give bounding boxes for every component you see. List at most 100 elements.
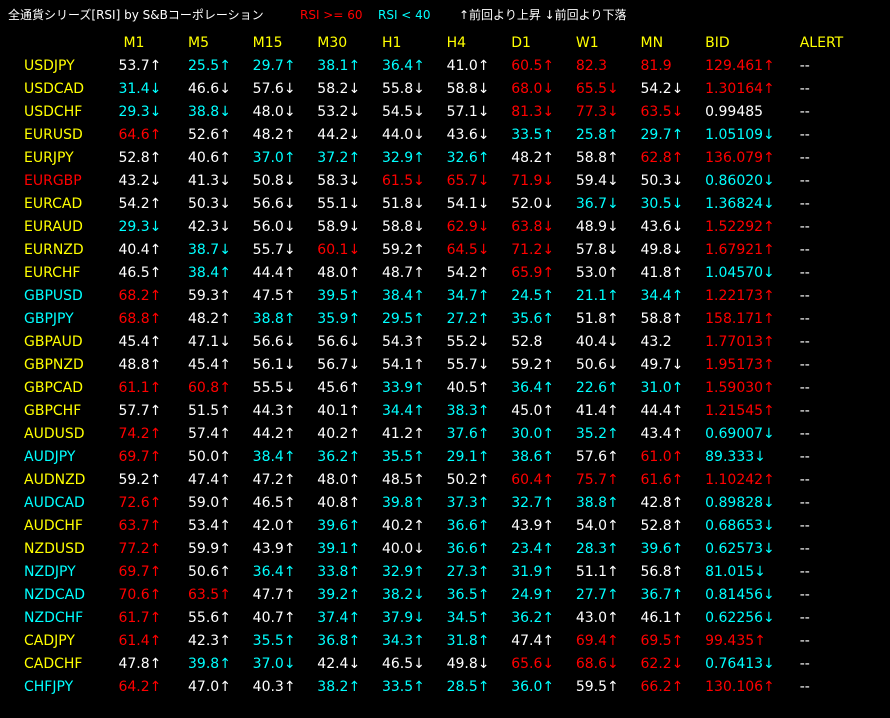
m30-value-cell: 56.6↓ xyxy=(317,334,361,350)
h1-value-cell: 38.2↓ xyxy=(381,587,425,603)
bid-value-cell: 0.62573↓ xyxy=(705,541,775,557)
table-row: GBPNZD 48.8↑ 45.4↑ 56.1↓ 56.7↓ 54.1↑ 55.7↓ 59.2… xyxy=(0,354,890,377)
mn-value-cell: 42.8↑ xyxy=(640,495,684,511)
m15-value-cell: 44.4↑ xyxy=(252,265,296,281)
d1-value-cell: 47.4↑ xyxy=(511,633,555,649)
mn-value-cell: 50.3↓ xyxy=(640,173,684,189)
symbol-cell: GBPAUD xyxy=(24,334,83,350)
bid-value-cell: 158.171↑ xyxy=(705,311,775,327)
alert-cell: -- xyxy=(799,472,810,488)
mn-value-cell: 66.2↑ xyxy=(640,679,684,695)
m15-value-cell: 38.8↑ xyxy=(252,311,296,327)
column-header-h1: H1 xyxy=(381,34,402,51)
m30-value-cell: 60.1↓ xyxy=(317,242,361,258)
d1-value-cell: 24.9↑ xyxy=(511,587,555,603)
h1-value-cell: 35.5↑ xyxy=(381,449,425,465)
mn-value-cell: 62.2↓ xyxy=(640,656,684,672)
d1-value-cell: 71.2↓ xyxy=(511,242,555,258)
alert-cell: -- xyxy=(799,610,810,626)
m15-value-cell: 40.7↑ xyxy=(252,610,296,626)
m15-value-cell: 36.4↑ xyxy=(252,564,296,580)
m5-value-cell: 42.3↓ xyxy=(188,219,231,235)
m5-value-cell: 59.9↑ xyxy=(188,541,231,557)
h1-value-cell: 33.9↑ xyxy=(381,380,425,396)
m5-value-cell: 38.4↑ xyxy=(188,265,231,281)
m5-value-cell: 47.1↓ xyxy=(188,334,231,350)
table-row: AUDCHF 63.7↑ 53.4↑ 42.0↑ 39.6↑ 40.2↑ 36.6↑ 43.9… xyxy=(0,515,890,538)
m5-value-cell: 51.5↑ xyxy=(188,403,231,419)
d1-value-cell: 23.4↑ xyxy=(511,541,555,557)
alert-cell: -- xyxy=(799,219,810,235)
alert-cell: -- xyxy=(799,564,810,580)
mn-value-cell: 46.1↑ xyxy=(640,610,684,626)
m15-value-cell: 35.5↑ xyxy=(252,633,296,649)
mn-value-cell: 49.7↓ xyxy=(640,357,684,373)
table-row: GBPCAD 61.1↑ 60.8↑ 55.5↓ 45.6↑ 33.9↑ 40.5↑ 36.4… xyxy=(0,377,890,400)
alert-cell: -- xyxy=(799,265,810,281)
m5-value-cell: 50.0↑ xyxy=(188,449,231,465)
d1-value-cell: 30.0↑ xyxy=(511,426,555,442)
m1-value-cell: 29.3↓ xyxy=(118,104,162,120)
m30-value-cell: 48.0↑ xyxy=(317,265,361,281)
symbol-cell: CADJPY xyxy=(24,633,75,649)
m30-value-cell: 40.2↑ xyxy=(317,426,361,442)
m5-value-cell: 60.8↑ xyxy=(188,380,231,396)
mn-value-cell: 43.2 xyxy=(640,334,672,350)
table-row: NZDJPY 69.7↑ 50.6↑ 36.4↑ 33.8↑ 32.9↑ 27.3↑ 31.9… xyxy=(0,561,890,584)
symbol-cell: GBPCAD xyxy=(24,380,84,396)
m5-value-cell: 47.0↑ xyxy=(188,679,231,695)
table-row: USDCHF 29.3↓ 38.8↓ 48.0↓ 53.2↓ 54.5↓ 57.1↓ 81.3… xyxy=(0,101,890,124)
alert-cell: -- xyxy=(799,449,810,465)
m1-value-cell: 64.2↑ xyxy=(118,679,162,695)
d1-value-cell: 36.0↑ xyxy=(511,679,555,695)
mn-value-cell: 54.2↓ xyxy=(640,81,684,97)
m30-value-cell: 40.1↑ xyxy=(317,403,361,419)
m30-value-cell: 58.2↓ xyxy=(317,81,361,97)
m5-value-cell: 55.6↑ xyxy=(188,610,231,626)
column-header-h4: H4 xyxy=(446,34,467,51)
w1-value-cell: 27.7↑ xyxy=(575,587,619,603)
rsi-low-legend: RSI < 40 xyxy=(378,8,431,22)
table-row: EURAUD 29.3↓ 42.3↓ 56.0↓ 58.9↓ 58.8↓ 62.9↓ 63.8… xyxy=(0,216,890,239)
m15-value-cell: 56.0↓ xyxy=(252,219,296,235)
bid-value-cell: 81.015↓ xyxy=(705,564,766,580)
symbol-cell: NZDUSD xyxy=(24,541,85,557)
h4-value-cell: 37.3↑ xyxy=(446,495,490,511)
m30-value-cell: 44.2↓ xyxy=(317,127,361,143)
bid-value-cell: 1.67921↑ xyxy=(705,242,775,258)
w1-value-cell: 54.0↑ xyxy=(575,518,619,534)
m5-value-cell: 39.8↑ xyxy=(188,656,231,672)
m15-value-cell: 40.3↑ xyxy=(252,679,296,695)
h1-value-cell: 51.8↓ xyxy=(381,196,425,212)
bid-value-cell: 0.62256↓ xyxy=(705,610,775,626)
symbol-cell: AUDNZD xyxy=(24,472,86,488)
m1-value-cell: 54.2↑ xyxy=(118,196,162,212)
bid-value-cell: 1.05109↓ xyxy=(705,127,775,143)
m5-value-cell: 38.8↓ xyxy=(188,104,231,120)
w1-value-cell: 25.8↑ xyxy=(575,127,619,143)
table-row: AUDNZD 59.2↑ 47.4↑ 47.2↑ 48.0↑ 48.5↑ 50.2↑ 60.4… xyxy=(0,469,890,492)
table-body: USDJPY 53.7↑ 25.5↑ 29.7↑ 38.1↑ 36.4↑ 41.0↑ 60.5… xyxy=(0,55,890,699)
m15-value-cell: 37.0↓ xyxy=(252,656,296,672)
table-row: CADCHF 47.8↑ 39.8↑ 37.0↓ 42.4↓ 46.5↓ 49.8↓ 65.6… xyxy=(0,653,890,676)
table-row: USDCAD 31.4↓ 46.6↓ 57.6↓ 58.2↓ 55.8↓ 58.8↓ 68.0… xyxy=(0,78,890,101)
h1-value-cell: 48.5↑ xyxy=(381,472,425,488)
rsi-high-legend: RSI >= 60 xyxy=(300,8,363,22)
m30-value-cell: 39.5↑ xyxy=(317,288,361,304)
d1-value-cell: 52.8 xyxy=(511,334,543,350)
h1-value-cell: 54.1↑ xyxy=(381,357,425,373)
m1-value-cell: 74.2↑ xyxy=(118,426,162,442)
m5-value-cell: 40.6↑ xyxy=(188,150,231,166)
d1-value-cell: 81.3↓ xyxy=(511,104,555,120)
h1-value-cell: 55.8↓ xyxy=(381,81,425,97)
alert-cell: -- xyxy=(799,288,810,304)
m30-value-cell: 56.7↓ xyxy=(317,357,361,373)
m30-value-cell: 39.1↑ xyxy=(317,541,361,557)
m1-value-cell: 47.8↑ xyxy=(118,656,162,672)
bid-value-cell: 89.333↓ xyxy=(705,449,766,465)
symbol-cell: GBPCHF xyxy=(24,403,82,419)
alert-cell: -- xyxy=(799,518,810,534)
mn-value-cell: 56.8↑ xyxy=(640,564,684,580)
h1-value-cell: 41.2↑ xyxy=(381,426,425,442)
d1-value-cell: 33.5↑ xyxy=(511,127,555,143)
